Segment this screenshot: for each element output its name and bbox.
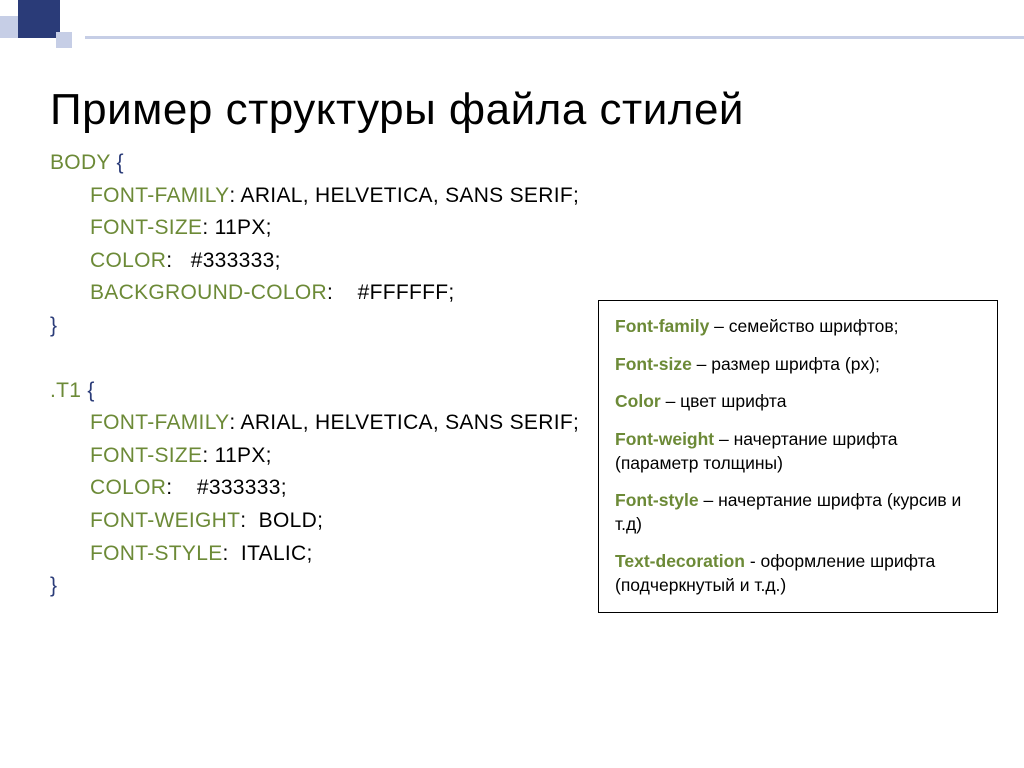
legend-item: Font-size – размер шрифта (px); bbox=[615, 353, 981, 377]
legend-term: Font-weight bbox=[615, 429, 714, 449]
legend-term: Color bbox=[615, 391, 661, 411]
selector-body: Body bbox=[50, 151, 110, 174]
prop-font-size: font-size bbox=[90, 212, 202, 245]
top-stripe bbox=[85, 36, 1024, 39]
prop-bg-color: background-color bbox=[90, 277, 327, 310]
brace-close: } bbox=[50, 574, 57, 597]
prop-font-size: font-size bbox=[90, 440, 202, 473]
val: : Bold; bbox=[240, 509, 323, 532]
prop-color: color bbox=[90, 245, 166, 278]
val: : #333333; bbox=[166, 249, 281, 272]
legend-term: Font-style bbox=[615, 490, 699, 510]
legend-item: Text-decoration - оформление шрифта (под… bbox=[615, 550, 981, 597]
slide-title: Пример структуры файла стилей bbox=[50, 85, 994, 135]
val: : #FFFFFF; bbox=[327, 281, 455, 304]
legend-term: Text-decoration bbox=[615, 551, 745, 571]
val: : 11px; bbox=[202, 216, 271, 239]
legend-term: Font-family bbox=[615, 316, 709, 336]
val: : Italic; bbox=[223, 542, 313, 565]
legend-desc: – размер шрифта (px); bbox=[692, 354, 880, 374]
val: : Arial, Helvetica, sans serif; bbox=[229, 411, 579, 434]
brace-open: { bbox=[110, 151, 123, 174]
prop-font-family: font-family bbox=[90, 180, 229, 213]
legend-item: Font-weight – начертание шрифта (парамет… bbox=[615, 428, 981, 475]
val: : Arial, Helvetica, sans serif; bbox=[229, 184, 579, 207]
legend-box: Font-family – семейство шрифтов; Font-si… bbox=[598, 300, 998, 613]
legend-item: Color – цвет шрифта bbox=[615, 390, 981, 414]
legend-desc: – семейство шрифтов; bbox=[709, 316, 898, 336]
legend-desc: – цвет шрифта bbox=[661, 391, 787, 411]
prop-font-family: font-family bbox=[90, 407, 229, 440]
brace-close: } bbox=[50, 314, 57, 337]
legend-item: Font-family – семейство шрифтов; bbox=[615, 315, 981, 339]
brace-open: { bbox=[81, 379, 94, 402]
legend-term: Font-size bbox=[615, 354, 692, 374]
prop-font-style: font-style bbox=[90, 538, 223, 571]
legend-item: Font-style – начертание шрифта (курсив и… bbox=[615, 489, 981, 536]
prop-color: color bbox=[90, 472, 166, 505]
val: : #333333; bbox=[166, 476, 287, 499]
corner-decoration bbox=[0, 0, 72, 48]
prop-font-weight: font-weight bbox=[90, 505, 240, 538]
selector-t1: .T1 bbox=[50, 379, 81, 402]
val: : 11px; bbox=[202, 444, 271, 467]
